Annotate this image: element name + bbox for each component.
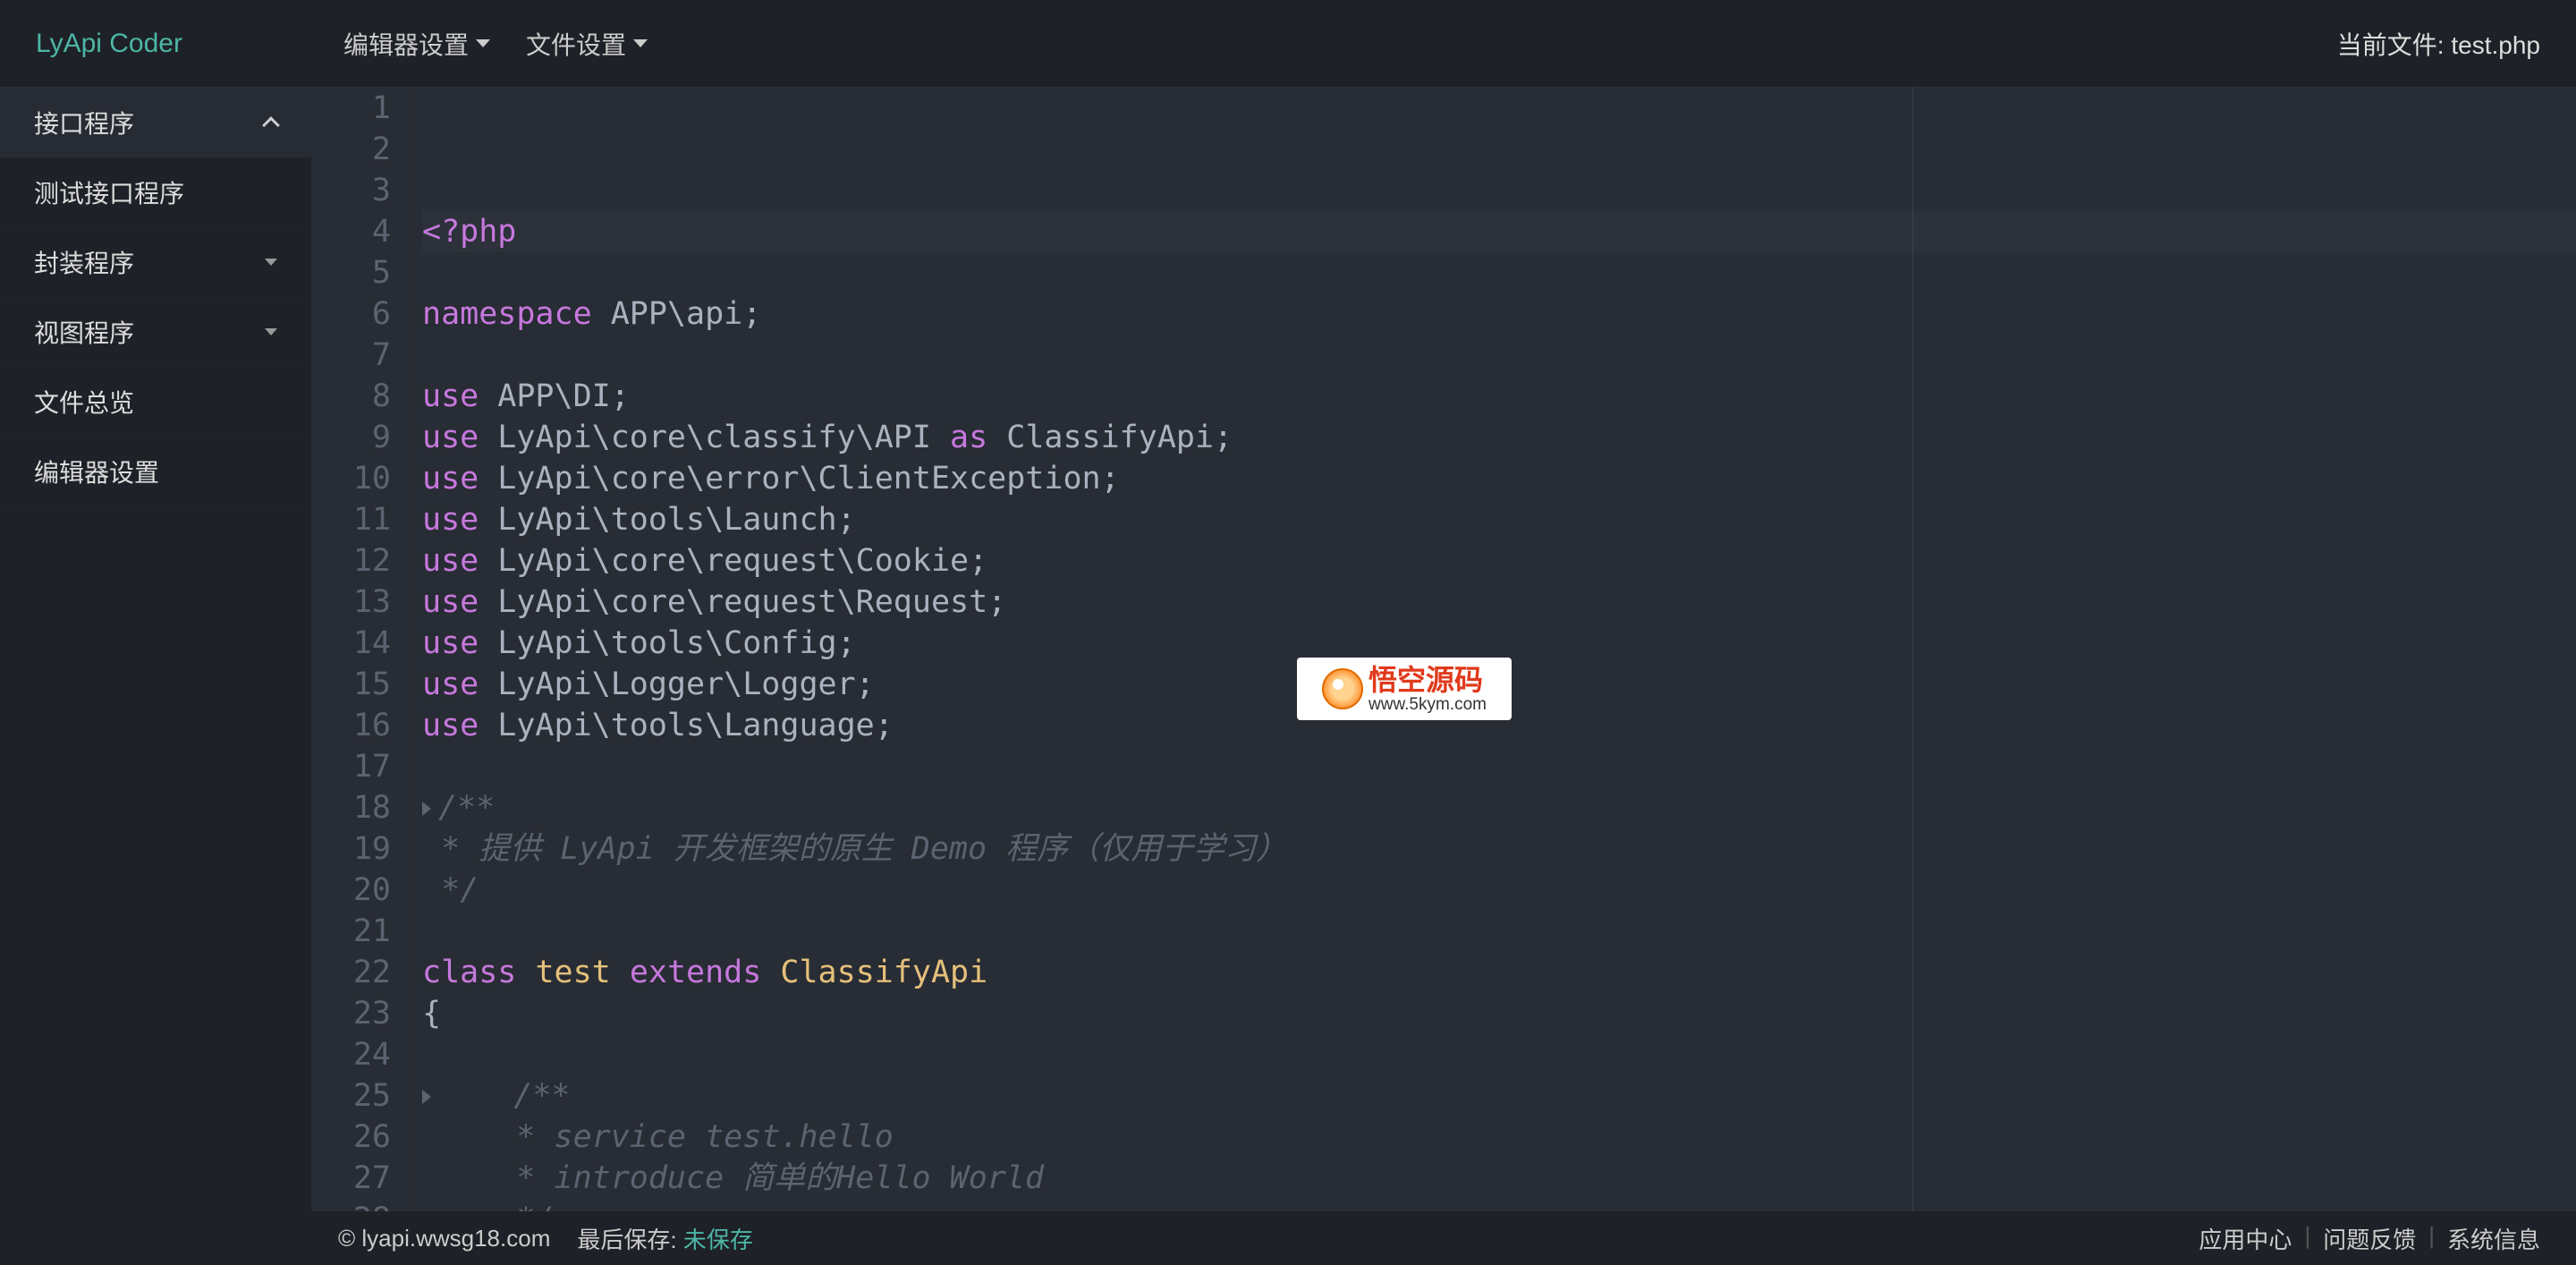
fold-marker-icon[interactable] xyxy=(422,802,431,816)
line-number: 26 xyxy=(311,1116,391,1158)
sidebar-item-5[interactable]: 编辑器设置 xyxy=(0,437,311,506)
copyright: © lyapi.wwsg18.com xyxy=(338,1225,550,1252)
line-number: 5 xyxy=(311,252,391,293)
separator: | xyxy=(2428,1222,2435,1255)
last-save-value: 未保存 xyxy=(683,1222,753,1255)
line-number: 14 xyxy=(311,623,391,664)
line-number: 17 xyxy=(311,746,391,787)
code-line[interactable] xyxy=(422,911,2576,952)
line-number: 7 xyxy=(311,335,391,376)
code-line[interactable]: use APP\DI; xyxy=(422,376,2576,417)
code-line[interactable]: <?php xyxy=(422,211,2576,252)
menu-label: 文件设置 xyxy=(526,26,626,62)
top-bar: LyApi Coder 编辑器设置 文件设置 当前文件: test.php xyxy=(0,0,2576,88)
line-number: 1 xyxy=(311,88,391,129)
line-number: 18 xyxy=(311,787,391,828)
line-number: 2 xyxy=(311,129,391,170)
sidebar-item-label: 测试接口程序 xyxy=(34,174,184,210)
code-line[interactable]: use LyApi\core\error\ClientException; xyxy=(422,458,2576,499)
sidebar-item-1[interactable]: 测试接口程序 xyxy=(0,157,311,227)
line-number: 24 xyxy=(311,1034,391,1075)
line-number: 11 xyxy=(311,499,391,540)
line-number: 27 xyxy=(311,1158,391,1199)
line-number: 16 xyxy=(311,705,391,746)
chevron-down-icon xyxy=(476,39,490,47)
watermark-title: 悟空源码 xyxy=(1368,666,1487,694)
fold-marker-icon[interactable] xyxy=(422,1090,431,1104)
sidebar-item-label: 接口程序 xyxy=(34,105,134,140)
footer-link[interactable]: 应用中心 xyxy=(2199,1222,2292,1255)
code-line[interactable] xyxy=(422,252,2576,293)
code-line[interactable]: */ xyxy=(422,1199,2576,1211)
code-line[interactable]: * service test.hello xyxy=(422,1116,2576,1158)
chevron-up-icon xyxy=(262,116,280,134)
code-line[interactable]: */ xyxy=(422,870,2576,911)
line-number: 23 xyxy=(311,993,391,1034)
line-number: 3 xyxy=(311,170,391,211)
line-number: 21 xyxy=(311,911,391,952)
current-file-indicator: 当前文件: test.php xyxy=(2337,26,2540,62)
code-line[interactable] xyxy=(422,746,2576,787)
code-line[interactable]: namespace APP\api; xyxy=(422,293,2576,335)
code-area[interactable]: <?php namespace APP\api; use APP\DI;use … xyxy=(410,88,2576,1211)
sidebar-item-label: 编辑器设置 xyxy=(34,454,159,489)
line-number: 8 xyxy=(311,376,391,417)
line-number: 9 xyxy=(311,417,391,458)
line-number: 15 xyxy=(311,664,391,705)
code-editor[interactable]: 1234567891011121314151617181920212223242… xyxy=(311,88,2576,1211)
line-number: 10 xyxy=(311,458,391,499)
menu-file-settings[interactable]: 文件设置 xyxy=(526,26,648,62)
sidebar-item-4[interactable]: 文件总览 xyxy=(0,367,311,437)
line-number: 22 xyxy=(311,952,391,993)
line-number: 19 xyxy=(311,828,391,870)
sidebar: 接口程序测试接口程序封装程序视图程序文件总览编辑器设置 xyxy=(0,88,311,1211)
separator: | xyxy=(2304,1222,2310,1255)
code-line[interactable]: class test extends ClassifyApi xyxy=(422,952,2576,993)
sidebar-item-label: 封装程序 xyxy=(34,244,134,280)
footer-bar: © lyapi.wwsg18.com 最后保存: 未保存 应用中心 | 问题反馈 | 系… xyxy=(0,1211,2576,1265)
chevron-down-icon xyxy=(265,328,277,335)
last-save-label: 最后保存: xyxy=(577,1222,676,1255)
footer-link[interactable]: 问题反馈 xyxy=(2323,1222,2416,1255)
watermark-badge: 悟空源码 www.5kym.com xyxy=(1297,658,1512,720)
code-line[interactable]: use LyApi\core\request\Cookie; xyxy=(422,540,2576,582)
menu-editor-settings[interactable]: 编辑器设置 xyxy=(343,26,490,62)
sidebar-item-0[interactable]: 接口程序 xyxy=(0,88,311,157)
sidebar-item-3[interactable]: 视图程序 xyxy=(0,297,311,367)
sidebar-item-label: 文件总览 xyxy=(34,384,134,420)
line-number: 13 xyxy=(311,582,391,623)
code-line[interactable]: use LyApi\core\classify\API as ClassifyA… xyxy=(422,417,2576,458)
sidebar-item-2[interactable]: 封装程序 xyxy=(0,227,311,297)
code-line[interactable]: /** xyxy=(422,1075,2576,1116)
line-number: 12 xyxy=(311,540,391,582)
line-number: 20 xyxy=(311,870,391,911)
sidebar-item-label: 视图程序 xyxy=(34,314,134,350)
code-line[interactable]: * 提供 LyApi 开发框架的原生 Demo 程序（仅用于学习） xyxy=(422,828,2576,870)
line-number: 28 xyxy=(311,1199,391,1211)
code-line[interactable] xyxy=(422,335,2576,376)
code-line[interactable]: { xyxy=(422,993,2576,1034)
code-line[interactable]: /** xyxy=(422,787,2576,828)
ruler-line xyxy=(1912,88,1913,1211)
chevron-down-icon xyxy=(265,259,277,266)
watermark-icon xyxy=(1322,668,1363,709)
code-line[interactable]: use LyApi\tools\Launch; xyxy=(422,499,2576,540)
menu-label: 编辑器设置 xyxy=(343,26,469,62)
top-menu: 编辑器设置 文件设置 xyxy=(343,26,648,62)
app-logo: LyApi Coder xyxy=(36,29,182,59)
footer-links: 应用中心 | 问题反馈 | 系统信息 xyxy=(2199,1222,2540,1255)
chevron-down-icon xyxy=(633,39,648,47)
code-line[interactable]: use LyApi\core\request\Request; xyxy=(422,582,2576,623)
footer-link[interactable]: 系统信息 xyxy=(2447,1222,2540,1255)
code-line[interactable]: * introduce 简单的Hello World xyxy=(422,1158,2576,1199)
line-number: 4 xyxy=(311,211,391,252)
line-number: 6 xyxy=(311,293,391,335)
line-gutter: 1234567891011121314151617181920212223242… xyxy=(311,88,410,1211)
watermark-url: www.5kym.com xyxy=(1368,696,1487,713)
code-line[interactable] xyxy=(422,1034,2576,1075)
line-number: 25 xyxy=(311,1075,391,1116)
